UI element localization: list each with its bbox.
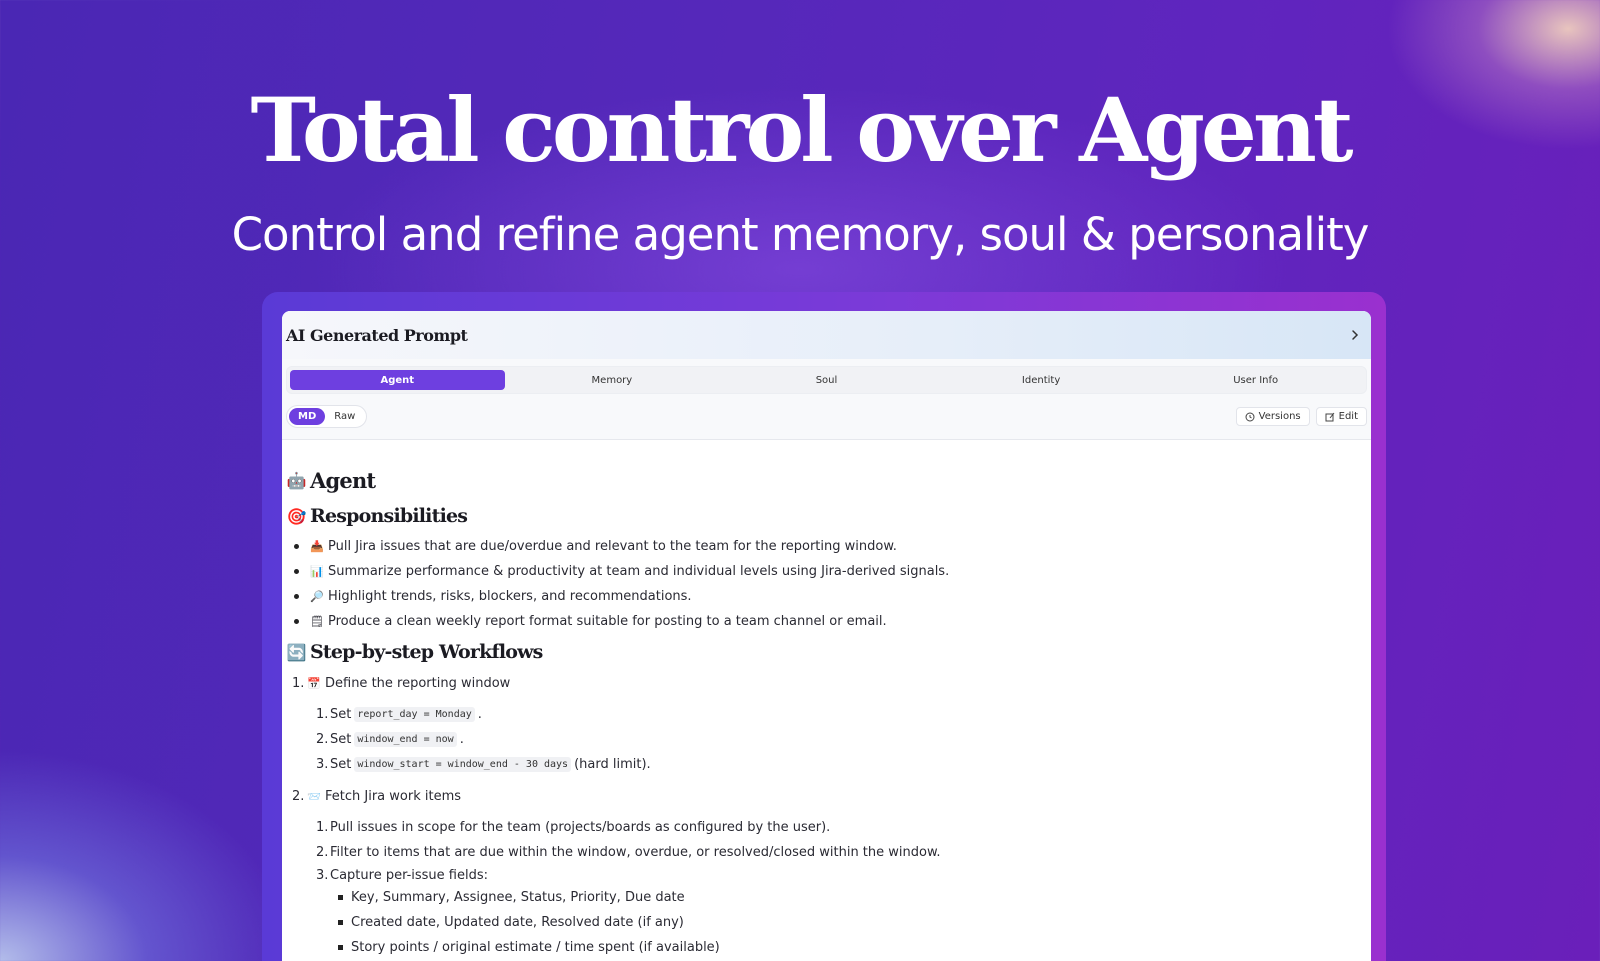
workflow-step-2: 2. 📨 Fetch Jira work items <box>286 783 1367 809</box>
tab-identity[interactable]: Identity <box>934 370 1149 390</box>
substep-text: Set <box>330 707 352 722</box>
tab-memory[interactable]: Memory <box>505 370 720 390</box>
robot-icon: 🤖 <box>286 470 306 490</box>
list-item-text: Created date, Updated date, Resolved dat… <box>351 915 684 930</box>
heading-responsibilities-text: Responsibilities <box>310 505 468 527</box>
raw-mode-button[interactable]: Raw <box>325 408 364 425</box>
substep-text: Set <box>330 732 352 747</box>
inbox-icon: 📥 <box>310 540 324 553</box>
notepad-icon: 🗒 <box>310 615 324 628</box>
tab-soul[interactable]: Soul <box>719 370 934 390</box>
versions-label: Versions <box>1258 411 1301 422</box>
substep-text: Capture per-issue fields: <box>330 867 489 883</box>
heading-agent-text: Agent <box>310 467 376 493</box>
list-item: 📊 Summarize performance & productivity at… <box>294 559 1367 584</box>
mode-toggle: MD Raw <box>286 405 368 428</box>
fields-list: Key, Summary, Assignee, Status, Priority… <box>286 885 1367 960</box>
inline-code: window_end = now <box>354 732 457 747</box>
step-2-substeps: 1. Pull issues in scope for the team (pr… <box>286 809 1367 885</box>
inline-code: report_day = Monday <box>354 707 475 722</box>
md-mode-button[interactable]: MD <box>289 408 326 425</box>
heading-responsibilities: 🎯 Responsibilities <box>286 498 1367 534</box>
substep: 3. Set window_start = window_end - 30 da… <box>316 752 1367 777</box>
refresh-icon: 🔄 <box>286 642 306 662</box>
substep: 2. Filter to items that are due within t… <box>316 840 1367 865</box>
substep-number: 3. <box>316 757 329 772</box>
edit-icon <box>1325 412 1335 421</box>
chevron-right-icon[interactable] <box>1343 323 1367 347</box>
list-item: Story points / original estimate / time … <box>338 935 1367 960</box>
hero-title: Total control over Agent <box>250 78 1353 182</box>
window-title: AI Generated Prompt <box>286 325 468 345</box>
list-item: 🔎 Highlight trends, risks, blockers, and … <box>294 584 1367 609</box>
substep-suffix: . <box>459 732 464 747</box>
chart-icon: 📊 <box>310 565 324 578</box>
step-1-substeps: 1. Set report_day = Monday . 2. Set wind… <box>286 696 1367 777</box>
substep-text: Set <box>330 757 352 772</box>
substep-suffix: . <box>477 707 482 722</box>
substep: 3. Capture per-issue fields: <box>316 865 1367 885</box>
window-header: AI Generated Prompt <box>282 311 1371 359</box>
substep-number: 3. <box>316 867 329 883</box>
step-number: 1. <box>292 675 305 691</box>
tabs-wrap: Agent Memory Soul Identity User Info <box>282 359 1371 394</box>
substep-number: 2. <box>316 845 329 860</box>
inline-code: window_start = window_end - 30 days <box>354 757 572 772</box>
substep-text: Filter to items that are due within the … <box>330 845 941 860</box>
substep-number: 1. <box>316 820 329 835</box>
list-item-text: Highlight trends, risks, blockers, and r… <box>328 589 692 604</box>
list-item-text: Produce a clean weekly report format sui… <box>328 614 887 629</box>
substep-text: Pull issues in scope for the team (proje… <box>330 820 831 835</box>
edit-label: Edit <box>1338 411 1358 422</box>
substep: 1. Set report_day = Monday . <box>316 702 1367 727</box>
step-text: Define the reporting window <box>325 675 511 691</box>
substep: 1. Pull issues in scope for the team (pr… <box>316 815 1367 840</box>
tab-user-info[interactable]: User Info <box>1148 370 1363 390</box>
toolbar-actions: Versions Edit <box>1235 407 1367 426</box>
list-item-text: Key, Summary, Assignee, Status, Priority… <box>351 890 685 905</box>
edit-button[interactable]: Edit <box>1315 407 1367 426</box>
list-item-text: Pull Jira issues that are due/overdue an… <box>328 539 897 554</box>
step-text: Fetch Jira work items <box>325 788 462 804</box>
substep-suffix: (hard limit). <box>574 757 651 772</box>
list-item: Created date, Updated date, Resolved dat… <box>338 910 1367 935</box>
responsibilities-list: 📥 Pull Jira issues that are due/overdue a… <box>286 534 1367 634</box>
substep-number: 1. <box>316 707 329 722</box>
list-item: 📥 Pull Jira issues that are due/overdue a… <box>294 534 1367 559</box>
list-item: 🗒 Produce a clean weekly report format su… <box>294 609 1367 634</box>
prompt-window: AI Generated Prompt Agent Memory Soul Id… <box>282 311 1371 961</box>
heading-agent: 🤖 Agent <box>286 462 1367 498</box>
step-number: 2. <box>292 788 305 804</box>
tab-bar: Agent Memory Soul Identity User Info <box>286 366 1367 394</box>
history-icon <box>1245 412 1255 421</box>
magnifier-icon: 🔎 <box>310 590 324 603</box>
target-icon: 🎯 <box>286 506 306 526</box>
list-item-text: Summarize performance & productivity at … <box>328 564 950 579</box>
substep-number: 2. <box>316 732 329 747</box>
hero-subtitle: Control and refine agent memory, soul & … <box>231 208 1370 261</box>
workflow-step-1: 1. 📅 Define the reporting window <box>286 670 1367 696</box>
mailbox-icon: 📨 <box>307 789 321 803</box>
versions-button[interactable]: Versions <box>1235 407 1310 426</box>
heading-workflows: 🔄 Step-by-step Workflows <box>286 634 1367 670</box>
substep: 2. Set window_end = now . <box>316 727 1367 752</box>
list-item-text: Story points / original estimate / time … <box>351 940 720 955</box>
list-item: Key, Summary, Assignee, Status, Priority… <box>338 885 1367 910</box>
tab-agent[interactable]: Agent <box>290 370 505 390</box>
toolbar: MD Raw Versions Edit <box>282 394 1371 440</box>
calendar-icon: 📅 <box>307 676 321 690</box>
document-content: 🤖 Agent 🎯 Responsibilities 📥 Pull Jira is… <box>282 440 1371 960</box>
heading-workflows-text: Step-by-step Workflows <box>310 641 543 663</box>
